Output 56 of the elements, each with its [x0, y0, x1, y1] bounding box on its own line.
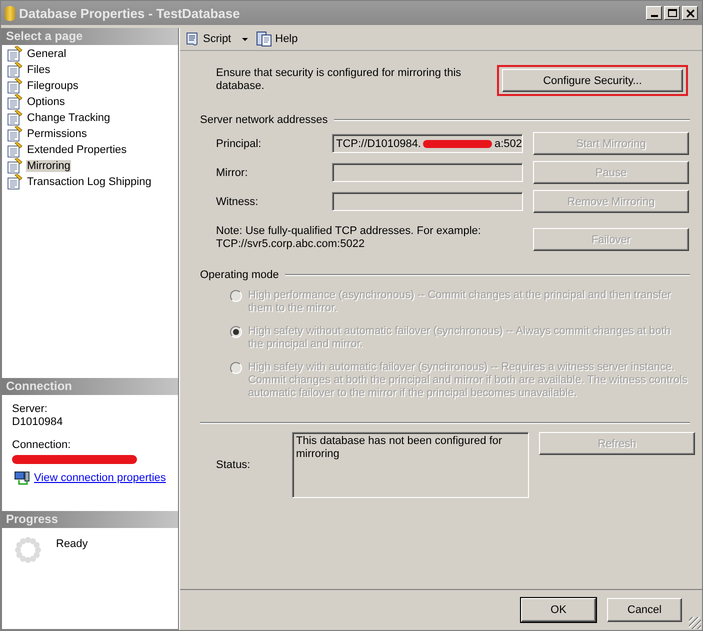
close-icon — [686, 8, 694, 18]
help-icon — [256, 31, 272, 47]
page-icon — [7, 142, 23, 158]
sidebar-item[interactable]: General — [26, 48, 68, 60]
field-label: Connection: — [12, 439, 72, 452]
minimize-icon — [650, 14, 658, 16]
page-icon — [7, 46, 23, 62]
note-text: Note: Use fully-qualified TCP addresses. For example: TCP://svr5.corp.abc.com:5022 — [216, 225, 482, 251]
instruction-text: Ensure that security is configured for mirroring this database. — [216, 67, 462, 93]
section-header: Connection — [2, 378, 178, 395]
sidebar-item[interactable]: Files — [26, 64, 52, 76]
sidebar-item[interactable]: Extended Properties — [26, 144, 128, 156]
maximize-button[interactable] — [664, 6, 680, 20]
database-icon — [5, 6, 15, 20]
field-label: Status: — [216, 459, 252, 471]
field-label: Server: — [12, 403, 48, 416]
sidebar-item[interactable]: Change Tracking — [26, 112, 112, 124]
page-icon — [7, 110, 23, 126]
section-header: Select a page — [2, 28, 178, 45]
address-field[interactable] — [332, 192, 523, 211]
field-label: Principal: — [216, 138, 262, 150]
button[interactable]: Cancel — [607, 598, 682, 622]
close-button[interactable] — [682, 6, 698, 20]
help-button[interactable]: Help — [256, 31, 298, 47]
sidebar-item[interactable]: Options — [26, 96, 66, 108]
button[interactable]: OK — [521, 598, 596, 622]
address-field[interactable]: TCP://D1010984. a:502 — [332, 134, 523, 153]
status-text: Ready — [56, 538, 88, 550]
minimize-button[interactable] — [646, 6, 662, 20]
group-title: Server network addresses — [200, 114, 328, 126]
button[interactable]: Configure Security... — [502, 69, 683, 92]
sidebar-item[interactable]: Transaction Log Shipping — [26, 176, 152, 188]
page-icon — [7, 62, 23, 78]
page-icon — [7, 126, 23, 142]
section-header: Progress — [2, 511, 178, 528]
page-icon — [7, 174, 23, 190]
group-title: Operating mode — [200, 269, 279, 281]
server-name: D1010984 — [12, 416, 64, 429]
script-button[interactable]: Script — [184, 31, 248, 47]
page-icon — [7, 94, 23, 110]
page-icon — [7, 78, 23, 94]
sidebar-item[interactable]: Filegroups — [26, 80, 80, 92]
sidebar-item[interactable]: Mirroring — [26, 160, 72, 172]
field-label: Mirror: — [216, 166, 249, 178]
spinner-icon — [14, 536, 42, 564]
address-field[interactable] — [332, 163, 523, 182]
window-title: Database Properties - TestDatabase — [19, 6, 241, 20]
status-box: This database has not been configured for mirroring — [292, 432, 529, 498]
script-icon — [184, 31, 200, 47]
maximize-icon — [668, 8, 676, 18]
page-icon — [7, 158, 23, 174]
computer-icon — [14, 470, 30, 486]
field-label: Witness: — [216, 196, 260, 208]
link[interactable]: View connection properties — [34, 472, 166, 484]
sidebar-item[interactable]: Permissions — [26, 128, 88, 140]
resize-grip[interactable] — [689, 617, 701, 629]
